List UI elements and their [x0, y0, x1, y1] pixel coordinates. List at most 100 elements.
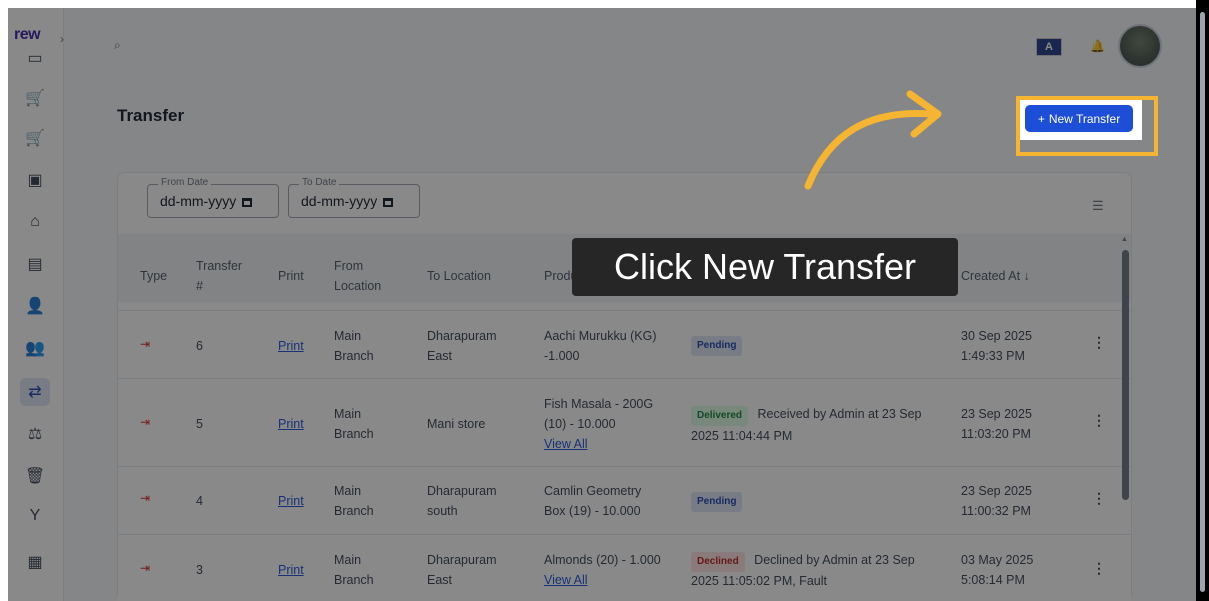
- status-badge: Pending: [691, 492, 743, 512]
- created-time: 11:03:20 PM: [961, 427, 1031, 441]
- product-line2: Box (19) - 10.000: [544, 504, 641, 518]
- to-date-field[interactable]: To Date dd-mm-yyyy: [288, 177, 420, 218]
- to-location-line1: Dharapuram: [427, 553, 497, 567]
- to-date-legend: To Date: [299, 177, 340, 188]
- calendar-icon[interactable]: [242, 197, 253, 207]
- status-text: Declined by Admin at 23 Sep: [754, 553, 915, 567]
- window-scrollbar[interactable]: [1200, 12, 1205, 592]
- avatar[interactable]: [1118, 24, 1162, 68]
- funnel-icon[interactable]: Y: [20, 502, 50, 530]
- print-link[interactable]: Print: [278, 491, 304, 511]
- from-location-line2: Branch: [334, 427, 374, 441]
- inbox-icon[interactable]: ▭: [20, 44, 50, 72]
- transfer-no: 3: [196, 563, 203, 577]
- status-badge: Delivered: [691, 406, 749, 426]
- created-date: 03 May 2025: [961, 553, 1034, 567]
- col-type: Type: [140, 269, 168, 283]
- view-all-link[interactable]: View All: [544, 434, 588, 454]
- created-time: 1:49:33 PM: [961, 349, 1025, 363]
- top-bar: ⌕ A 🔔: [64, 8, 1196, 88]
- pointer-arrow-icon: [804, 90, 942, 190]
- table-scrollbar[interactable]: [1122, 250, 1129, 500]
- status-text: Received by Admin at 23 Sep: [757, 407, 922, 421]
- from-location-line1: Main: [334, 484, 362, 498]
- users-icon[interactable]: 👥: [20, 334, 50, 362]
- created-time: 5:08:14 PM: [961, 573, 1025, 587]
- row-menu-icon[interactable]: ⋮: [1092, 412, 1106, 429]
- tutorial-tooltip: Click New Transfer: [572, 238, 958, 296]
- row-menu-icon[interactable]: ⋮: [1092, 490, 1106, 507]
- transfer-no: 5: [196, 417, 203, 431]
- col-created-at[interactable]: Created At ↓: [961, 266, 1030, 286]
- page-title: Transfer: [117, 106, 185, 125]
- created-time: 11:00:32 PM: [961, 504, 1031, 518]
- to-location-line1: Mani store: [427, 417, 486, 431]
- scroll-up-icon[interactable]: ▲: [1121, 236, 1128, 243]
- from-location-line2: Branch: [334, 573, 374, 587]
- from-location-line2: Branch: [334, 349, 374, 363]
- from-location-line1: Main: [334, 553, 362, 567]
- search-icon[interactable]: ⌕: [114, 38, 121, 53]
- to-location-line1: Dharapuram: [427, 484, 497, 498]
- col-to-location: To Location: [427, 269, 491, 283]
- transfer-out-icon: ⇥: [140, 415, 151, 429]
- store-icon[interactable]: ⌂: [20, 208, 50, 236]
- cart-add-icon[interactable]: 🛒: [20, 124, 50, 152]
- from-date-value: dd-mm-yyyy: [160, 193, 237, 209]
- copy-icon[interactable]: ▣: [20, 166, 50, 194]
- from-date-legend: From Date: [158, 177, 212, 188]
- product-line2: (10) - 10.000: [544, 417, 616, 431]
- status-line1: Declined Declined by Admin at 23 Sep: [691, 550, 915, 572]
- transfer-no: 4: [196, 494, 203, 508]
- print-link[interactable]: Print: [278, 336, 304, 356]
- calculator-icon[interactable]: ▦: [20, 548, 50, 576]
- cart-icon[interactable]: 🛒: [20, 84, 50, 112]
- created-date: 23 Sep 2025: [961, 407, 1032, 421]
- to-location-line2: East: [427, 573, 453, 587]
- transfer-icon[interactable]: ⇄: [20, 378, 50, 406]
- product-line1: Fish Masala - 200G: [544, 397, 654, 411]
- list-icon[interactable]: ▤: [20, 250, 50, 278]
- from-location-line2: Branch: [334, 504, 374, 518]
- to-date-value: dd-mm-yyyy: [301, 193, 378, 209]
- col-print: Print: [278, 269, 304, 283]
- calendar-icon[interactable]: [383, 197, 394, 207]
- to-location-line1: Dharapuram: [427, 329, 497, 343]
- created-date: 30 Sep 2025: [961, 329, 1032, 343]
- highlight-frame: [1016, 96, 1158, 156]
- product-line2: -1.000: [544, 349, 580, 363]
- status-line2: 2025 11:04:44 PM: [691, 429, 793, 443]
- row-menu-icon[interactable]: ⋮: [1092, 334, 1106, 351]
- product-line1: Almonds (20) - 1.000: [544, 553, 661, 567]
- from-location-line1: Main: [334, 407, 362, 421]
- flag-label: A: [1045, 41, 1053, 53]
- scale-icon[interactable]: ⚖: [20, 420, 50, 448]
- status-badge: Declined: [691, 552, 745, 572]
- status-line2: 2025 11:05:02 PM, Fault: [691, 574, 827, 588]
- sidebar: rew › ▭ 🛒 🛒 ▣ ⌂ ▤ 👤 👥 ⇄ ⚖ 🗑 Y ▦: [8, 8, 64, 601]
- app-logo[interactable]: rew: [14, 26, 41, 44]
- print-link[interactable]: Print: [278, 560, 304, 580]
- col-transfer-no: Transfer #: [196, 259, 243, 293]
- filter-icon[interactable]: ☰: [1092, 198, 1104, 214]
- status-badge: Pending: [691, 336, 743, 356]
- row-menu-icon[interactable]: ⋮: [1092, 560, 1106, 577]
- from-date-field[interactable]: From Date dd-mm-yyyy: [147, 177, 279, 218]
- user-check-icon[interactable]: 👤: [20, 292, 50, 320]
- transfer-no: 6: [196, 339, 203, 353]
- transfer-out-icon: ⇥: [140, 337, 151, 351]
- bell-icon[interactable]: 🔔: [1090, 39, 1105, 53]
- from-location-line1: Main: [334, 329, 362, 343]
- to-location-line2: south: [427, 504, 458, 518]
- product-line1: Aachi Murukku (KG): [544, 329, 657, 343]
- screen: rew › ▭ 🛒 🛒 ▣ ⌂ ▤ 👤 👥 ⇄ ⚖ 🗑 Y ▦ ⌕ A 🔔 Tr…: [0, 0, 1209, 601]
- to-location-line2: East: [427, 349, 453, 363]
- transfer-out-icon: ⇥: [140, 561, 151, 575]
- view-all-link[interactable]: View All: [544, 570, 588, 590]
- status-line1: Delivered Received by Admin at 23 Sep: [691, 404, 922, 426]
- language-flag-icon[interactable]: A: [1036, 38, 1062, 56]
- trash-icon[interactable]: 🗑: [20, 462, 50, 490]
- transfer-out-icon: ⇥: [140, 491, 151, 505]
- product-line1: Camlin Geometry: [544, 484, 642, 498]
- print-link[interactable]: Print: [278, 414, 304, 434]
